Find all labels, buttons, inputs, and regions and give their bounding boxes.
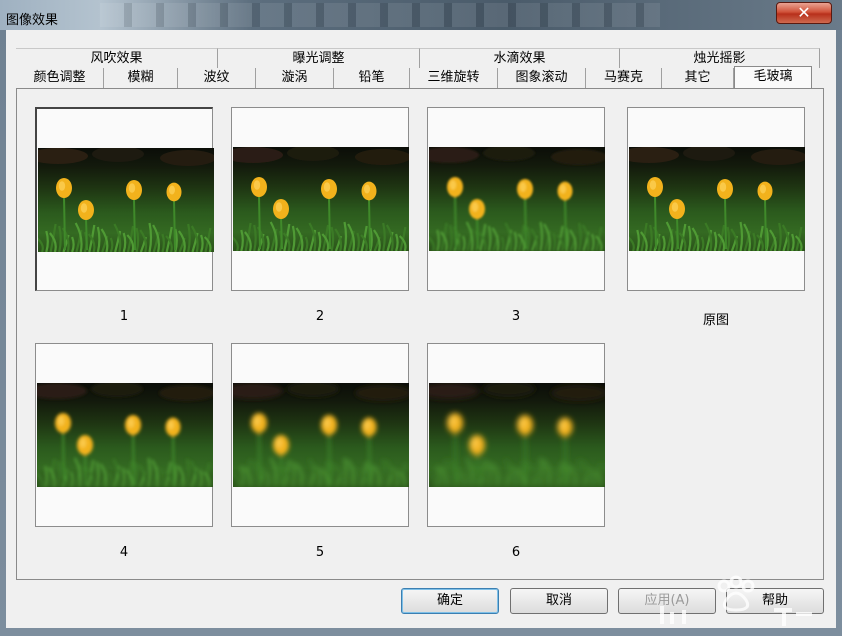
tab-front-0[interactable]: 颜色调整 — [16, 68, 104, 88]
thumbnail-caption: 4 — [119, 545, 129, 560]
tab-front-5[interactable]: 三维旋转 — [410, 68, 498, 88]
thumbnail-caption: 5 — [315, 545, 325, 560]
tab-row-front: 颜色调整 模糊 波纹 漩涡 铅笔 三维旋转 图象滚动 马赛克 其它 毛玻璃 — [16, 66, 828, 88]
tab-back-3[interactable]: 烛光摇影 — [620, 48, 820, 68]
tab-front-2[interactable]: 波纹 — [178, 68, 256, 88]
thumbnail-image — [233, 383, 409, 487]
tab-row-back: 风吹效果 曝光调整 水滴效果 烛光摇影 — [16, 48, 828, 68]
tulip-photo — [38, 148, 214, 252]
tulip-photo — [429, 147, 605, 251]
tab-front-8[interactable]: 其它 — [662, 68, 734, 88]
tab-front-7[interactable]: 马赛克 — [586, 68, 662, 88]
effect-thumbnail-6[interactable] — [427, 343, 605, 527]
effect-thumbnail-3[interactable] — [627, 107, 805, 291]
thumbnail-image — [37, 383, 213, 487]
ok-button[interactable]: 确定 — [401, 588, 499, 614]
thumbnail-caption: 6 — [511, 545, 521, 560]
close-button[interactable]: ✕ — [776, 2, 832, 24]
dialog-window: 图像效果 ✕ 风吹效果 曝光调整 水滴效果 烛光摇影 颜色调整 模糊 波纹 漩涡 铅笔 三维旋转… — [0, 0, 842, 636]
effect-thumbnail-0[interactable] — [35, 107, 214, 291]
thumbnail-image — [429, 147, 605, 251]
effect-panel: 1 2 3 原图 4 5 6 — [16, 88, 824, 580]
baidu-jingyan-watermark — [660, 575, 812, 626]
tab-front-4[interactable]: 铅笔 — [334, 68, 410, 88]
window-title: 图像效果 — [6, 13, 59, 28]
background-toolbar — [100, 3, 660, 27]
title-bar[interactable]: 图像效果 ✕ — [0, 0, 842, 30]
tab-front-6[interactable]: 图象滚动 — [498, 68, 586, 88]
tab-front-1[interactable]: 模糊 — [104, 68, 178, 88]
thumbnail-caption: 3 — [511, 309, 521, 324]
thumbnail-caption: 2 — [315, 309, 325, 324]
tab-front-3[interactable]: 漩涡 — [256, 68, 334, 88]
thumbnail-image — [429, 383, 605, 487]
tulip-photo — [233, 383, 409, 487]
tulip-photo — [429, 383, 605, 487]
effect-thumbnail-5[interactable] — [231, 343, 409, 527]
thumbnail-image — [233, 147, 409, 251]
tulip-photo — [37, 383, 213, 487]
tab-back-2[interactable]: 水滴效果 — [420, 48, 620, 68]
tab-back-0[interactable]: 风吹效果 — [16, 48, 218, 68]
thumbnail-image — [629, 147, 805, 251]
thumbnail-image — [38, 148, 214, 252]
tulip-photo — [233, 147, 409, 251]
dialog-client: 风吹效果 曝光调整 水滴效果 烛光摇影 颜色调整 模糊 波纹 漩涡 铅笔 三维旋转 图象滚动 马赛克… — [6, 30, 836, 628]
effect-thumbnail-2[interactable] — [427, 107, 605, 291]
close-icon: ✕ — [797, 3, 811, 22]
effect-thumbnail-1[interactable] — [231, 107, 409, 291]
thumbnail-caption: 原图 — [702, 313, 729, 328]
tab-front-9[interactable]: 毛玻璃 — [734, 66, 812, 88]
tab-back-1[interactable]: 曝光调整 — [218, 48, 420, 68]
tulip-photo — [629, 147, 805, 251]
thumbnail-caption: 1 — [119, 309, 129, 324]
cancel-button[interactable]: 取消 — [510, 588, 608, 614]
effect-thumbnail-4[interactable] — [35, 343, 213, 527]
